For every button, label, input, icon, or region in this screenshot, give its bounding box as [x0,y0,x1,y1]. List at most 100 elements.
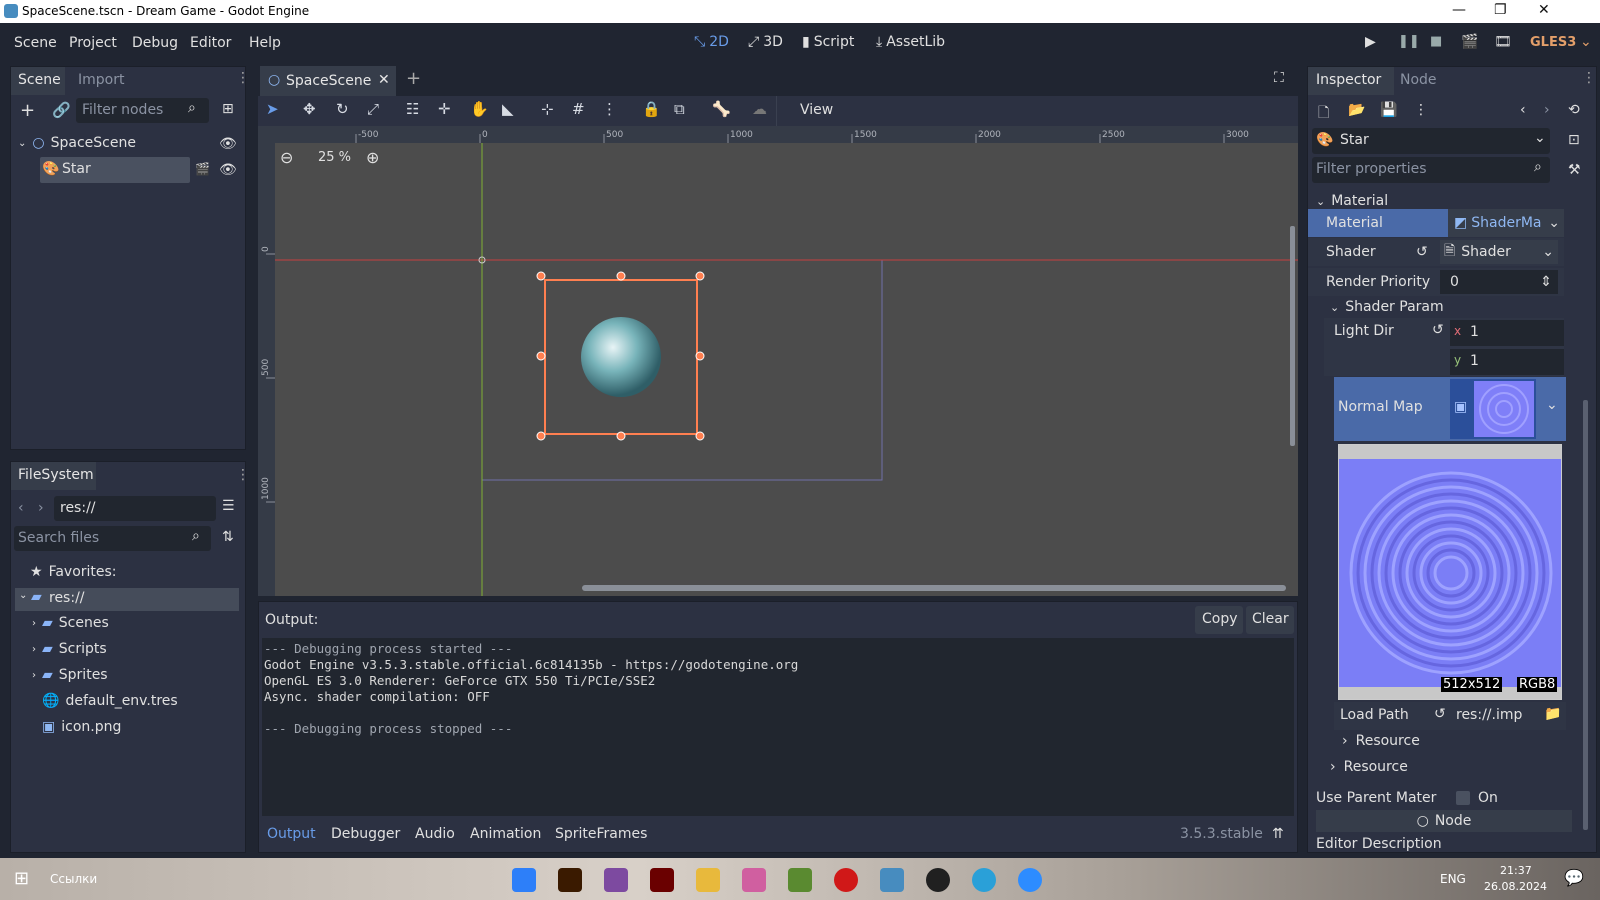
resize-handle[interactable] [616,271,626,281]
resize-handle[interactable] [536,271,546,281]
help-icon[interactable]: ⊡ [1568,132,1580,148]
windows-start-icon[interactable]: ⊞ [14,868,29,889]
play-custom-scene-icon[interactable]: 🎞 [1494,34,1512,50]
save-icon[interactable]: 💾 [1380,102,1397,118]
grid-snap-icon[interactable]: # [572,100,585,118]
scale-mode-icon[interactable]: ⤢ [367,100,379,118]
canvas-viewport[interactable]: -500 0 500 1000 1500 2000 2500 3000 0 50… [258,126,1298,596]
horizontal-scrollbar[interactable] [582,585,1286,591]
filter-properties-input[interactable]: Filter properties ⌕ [1312,157,1550,183]
ruler-mode-icon[interactable]: ◣ [502,100,514,118]
tree-row-default-env[interactable]: 🌐 default_env.tres [42,693,178,709]
menu-project[interactable]: Project [69,35,117,51]
forward-arrow-icon[interactable]: › [38,500,44,516]
section-shader-param[interactable]: ⌄ Shader Param [1330,296,1444,318]
tree-row-res-root[interactable]: ⌄ ▰ res:// [15,588,239,611]
language-indicator[interactable]: ENG [1440,872,1466,886]
material-resource-picker[interactable]: ◩ ShaderMa ⌄ [1448,209,1564,237]
resource-outer-section[interactable]: › Resource [1330,756,1408,778]
clock-date[interactable]: 26.08.2024 [1484,880,1547,893]
kebab-menu-icon[interactable]: ⋮ [1414,102,1428,118]
tab-scene[interactable]: Scene [11,67,65,95]
workspace-assetlib-button[interactable]: ⤓ AssetLib [876,34,945,50]
bottom-tab-animation[interactable]: Animation [470,826,541,842]
object-history-icon[interactable]: ⟲ [1568,102,1580,118]
use-parent-material-row[interactable]: Use Parent Mater On [1316,786,1566,810]
visibility-eye-icon[interactable]: 👁 [219,136,237,152]
checkbox[interactable] [1456,791,1470,805]
close-window-button[interactable]: ✕ [1538,2,1550,18]
light-dir-row[interactable]: Light Dir ↺ x 1 y 1 [1324,318,1564,376]
copy-button[interactable]: Copy [1195,606,1243,634]
viber-icon[interactable] [604,868,628,892]
revert-icon[interactable]: ↺ [1434,706,1446,722]
rotate-mode-icon[interactable]: ↻ [336,100,349,118]
bottom-tab-audio[interactable]: Audio [415,826,455,842]
node-section[interactable]: ○ Node [1316,810,1572,832]
bottom-tab-spriteframes[interactable]: SpriteFrames [555,826,647,842]
clear-button[interactable]: Clear [1246,606,1294,634]
smart-snap-icon[interactable]: ⊹ [541,100,554,118]
chevron-down-icon[interactable]: ⌄ [1546,397,1558,413]
light-dir-y-field[interactable]: y 1 [1450,349,1564,375]
kebab-menu-icon[interactable]: ⋮ [236,70,250,86]
render-priority-row[interactable]: Render Priority 0 ⇕ [1308,268,1564,296]
tab-import[interactable]: Import [78,72,124,88]
telegram-icon[interactable] [972,868,996,892]
tab-filesystem[interactable]: FileSystem [11,462,96,490]
vertical-scrollbar[interactable] [1290,226,1295,446]
back-arrow-icon[interactable]: ‹ [18,500,24,516]
script-attached-icon[interactable]: 🎬 [195,162,210,176]
folder-icon[interactable]: 📁 [1544,706,1561,722]
link-icon[interactable]: 🔗 [52,101,71,119]
bone-icon[interactable]: 🦴 [712,100,731,118]
sort-icon[interactable]: ⇅ [222,529,234,545]
tree-row-icon-png[interactable]: ▣ icon.png [42,719,121,735]
stop-icon[interactable]: ■ [1430,34,1442,49]
notifications-icon[interactable]: 💬 [1564,868,1584,887]
resize-handle[interactable] [616,431,626,441]
opera-icon[interactable] [834,868,858,892]
visibility-eye-icon[interactable]: 👁 [219,162,237,178]
obs-icon[interactable] [926,868,950,892]
app-icon[interactable] [512,868,536,892]
tab-spacescene[interactable]: ○ SpaceScene ✕ [260,66,396,96]
history-forward-icon[interactable]: › [1544,102,1550,118]
select-mode-icon[interactable]: ➤ [266,100,279,118]
tool-options-icon[interactable]: ⚒ [1568,162,1581,178]
workspace-script-button[interactable]: ▮ Script [802,34,854,50]
path-field[interactable]: res:// [54,496,216,521]
taskbar-search[interactable]: Ссылки [50,872,97,886]
tree-row-scripts[interactable]: › ▰ Scripts [32,641,107,657]
revert-icon[interactable]: ↺ [1416,244,1440,260]
add-node-icon[interactable]: + [20,100,35,121]
minimize-button[interactable]: — [1452,2,1466,18]
close-tab-icon[interactable]: ✕ [378,72,390,88]
shader-property-row[interactable]: Shader ↺ 🗎 Shader ⌄ [1308,238,1564,266]
list-select-icon[interactable]: ☷ [406,100,419,118]
animate-icon[interactable] [650,868,674,892]
resource-inner-section[interactable]: › Resource [1342,730,1420,752]
lock-icon[interactable]: 🔒 [642,100,661,118]
zoom-out-icon[interactable]: ⊖ [280,148,293,167]
zoom-in-icon[interactable]: ⊕ [366,148,379,167]
view-menu[interactable]: View [800,102,833,118]
workspace-3d-button[interactable]: ⤢ 3D [748,34,783,50]
resize-handle[interactable] [536,431,546,441]
group-icon[interactable]: ⧉ [674,100,685,118]
star-sprite[interactable] [581,317,661,397]
new-resource-icon[interactable]: 🗋 [1318,102,1329,126]
renderer-select[interactable]: GLES3 [1530,35,1576,50]
bottom-tab-debugger[interactable]: Debugger [331,826,400,842]
history-back-icon[interactable]: ‹ [1520,102,1526,118]
tree-row-star-selected[interactable]: 🎨 Star [40,157,190,183]
menu-debug[interactable]: Debug [132,35,178,51]
filter-nodes-input[interactable]: Filter nodes ⌕ [76,98,209,123]
resize-handle[interactable] [695,431,705,441]
render-priority-spinbox[interactable]: 0 ⇕ [1440,270,1558,294]
tree-row-spacescene[interactable]: ⌄ ○ SpaceScene [18,135,136,151]
inspector-scrollbar[interactable] [1583,400,1588,830]
menu-scene[interactable]: Scene [14,35,57,51]
pivot-icon[interactable]: ✛ [438,100,451,118]
zoom-icon[interactable] [1018,868,1042,892]
